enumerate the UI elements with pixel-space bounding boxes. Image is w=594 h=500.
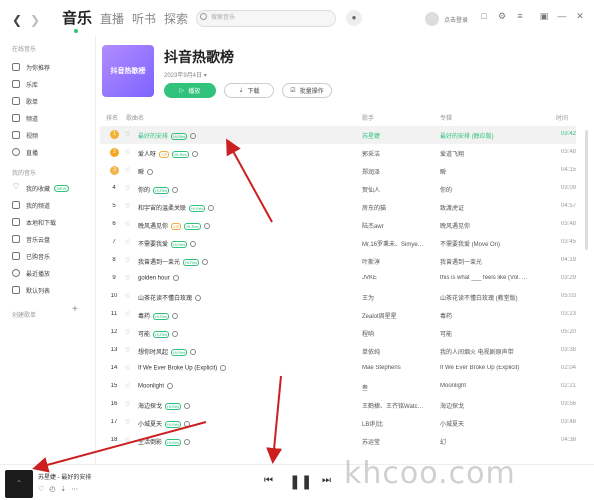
music-app: ❮ ❯ 音乐 直播 听书 探索 搜索音乐 ● 点击登录 □ ⚙ ≡ ▣ — ✕ … (0, 0, 594, 500)
arrow-to-first-song (226, 138, 273, 223)
annotation-arrows (32, 138, 283, 473)
arrow-to-album-art (32, 421, 207, 473)
arrow-to-play-controls (266, 375, 283, 464)
